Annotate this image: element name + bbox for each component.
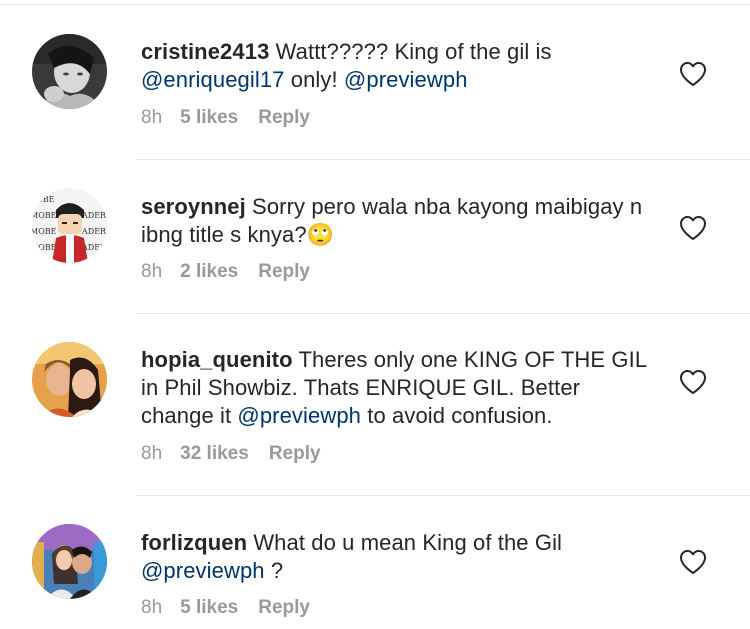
reply-button[interactable]: Reply: [258, 261, 310, 282]
avatar-sign-text: MOBE: [32, 195, 55, 204]
reply-button[interactable]: Reply: [258, 107, 310, 128]
comment-divider: [136, 159, 750, 160]
comment-text: to avoid confusion.: [361, 403, 553, 428]
comment-meta: 8h 5 likes Reply: [141, 596, 310, 620]
comment-text: only!: [284, 67, 344, 92]
comment-meta: 8h 32 likes Reply: [141, 442, 321, 466]
avatar[interactable]: [32, 524, 107, 599]
top-divider: [0, 4, 750, 5]
comment-text: Wattt????? King of the gil is: [269, 39, 552, 64]
avatar-sign-text: MOBE: [32, 227, 57, 236]
comment-divider: [136, 495, 750, 496]
likes-count[interactable]: 32 likes: [180, 443, 249, 464]
mention-link[interactable]: @previewph: [237, 403, 361, 428]
likes-count[interactable]: 5 likes: [180, 597, 238, 618]
likes-count[interactable]: 5 likes: [180, 107, 238, 128]
avatar-sign-text: MOBE: [32, 211, 57, 220]
comment-username[interactable]: seroynnej: [141, 194, 246, 219]
heart-outline-icon[interactable]: [679, 369, 707, 395]
avatar[interactable]: [32, 342, 107, 417]
comment-meta: 8h 2 likes Reply: [141, 260, 310, 284]
comment-text: What do u mean King of the Gil: [247, 530, 563, 555]
mention-link[interactable]: @enriquegil17: [141, 67, 285, 92]
comment-time: 8h: [141, 443, 163, 464]
comment-body: forlizquen What do u mean King of the Gi…: [141, 529, 651, 585]
comment-divider: [136, 313, 750, 314]
comment-time: 8h: [141, 261, 163, 282]
comment-body: seroynnej Sorry pero wala nba kayong mai…: [141, 193, 651, 249]
avatar[interactable]: MOBE MOBE ADERA MOBE ADERA MOBE ADERA: [32, 188, 107, 263]
comment-username[interactable]: hopia_quenito: [141, 347, 293, 372]
likes-count[interactable]: 2 likes: [180, 261, 238, 282]
heart-outline-icon[interactable]: [679, 549, 707, 575]
comment-username[interactable]: forlizquen: [141, 530, 247, 555]
avatar-sign-text: ADERA: [81, 227, 107, 236]
comment-meta: 8h 5 likes Reply: [141, 106, 310, 130]
heart-outline-icon[interactable]: [679, 61, 707, 87]
avatar-sign-text: ADERA: [81, 211, 107, 220]
comment-username[interactable]: cristine2413: [141, 39, 269, 64]
comment-time: 8h: [141, 107, 163, 128]
avatar-sign-text: MOBE: [32, 243, 57, 252]
mention-link[interactable]: @previewph: [141, 558, 265, 583]
avatar[interactable]: [32, 34, 107, 109]
heart-outline-icon[interactable]: [679, 215, 707, 241]
comment-text: ?: [264, 558, 284, 583]
comment-body: hopia_quenito Theres only one KING OF TH…: [141, 346, 651, 430]
reply-button[interactable]: Reply: [258, 597, 310, 618]
comment-time: 8h: [141, 597, 163, 618]
mention-link[interactable]: @previewph: [344, 67, 468, 92]
emoji: 🙄: [306, 222, 335, 247]
comment-body: cristine2413 Wattt????? King of the gil …: [141, 38, 651, 94]
reply-button[interactable]: Reply: [269, 443, 321, 464]
